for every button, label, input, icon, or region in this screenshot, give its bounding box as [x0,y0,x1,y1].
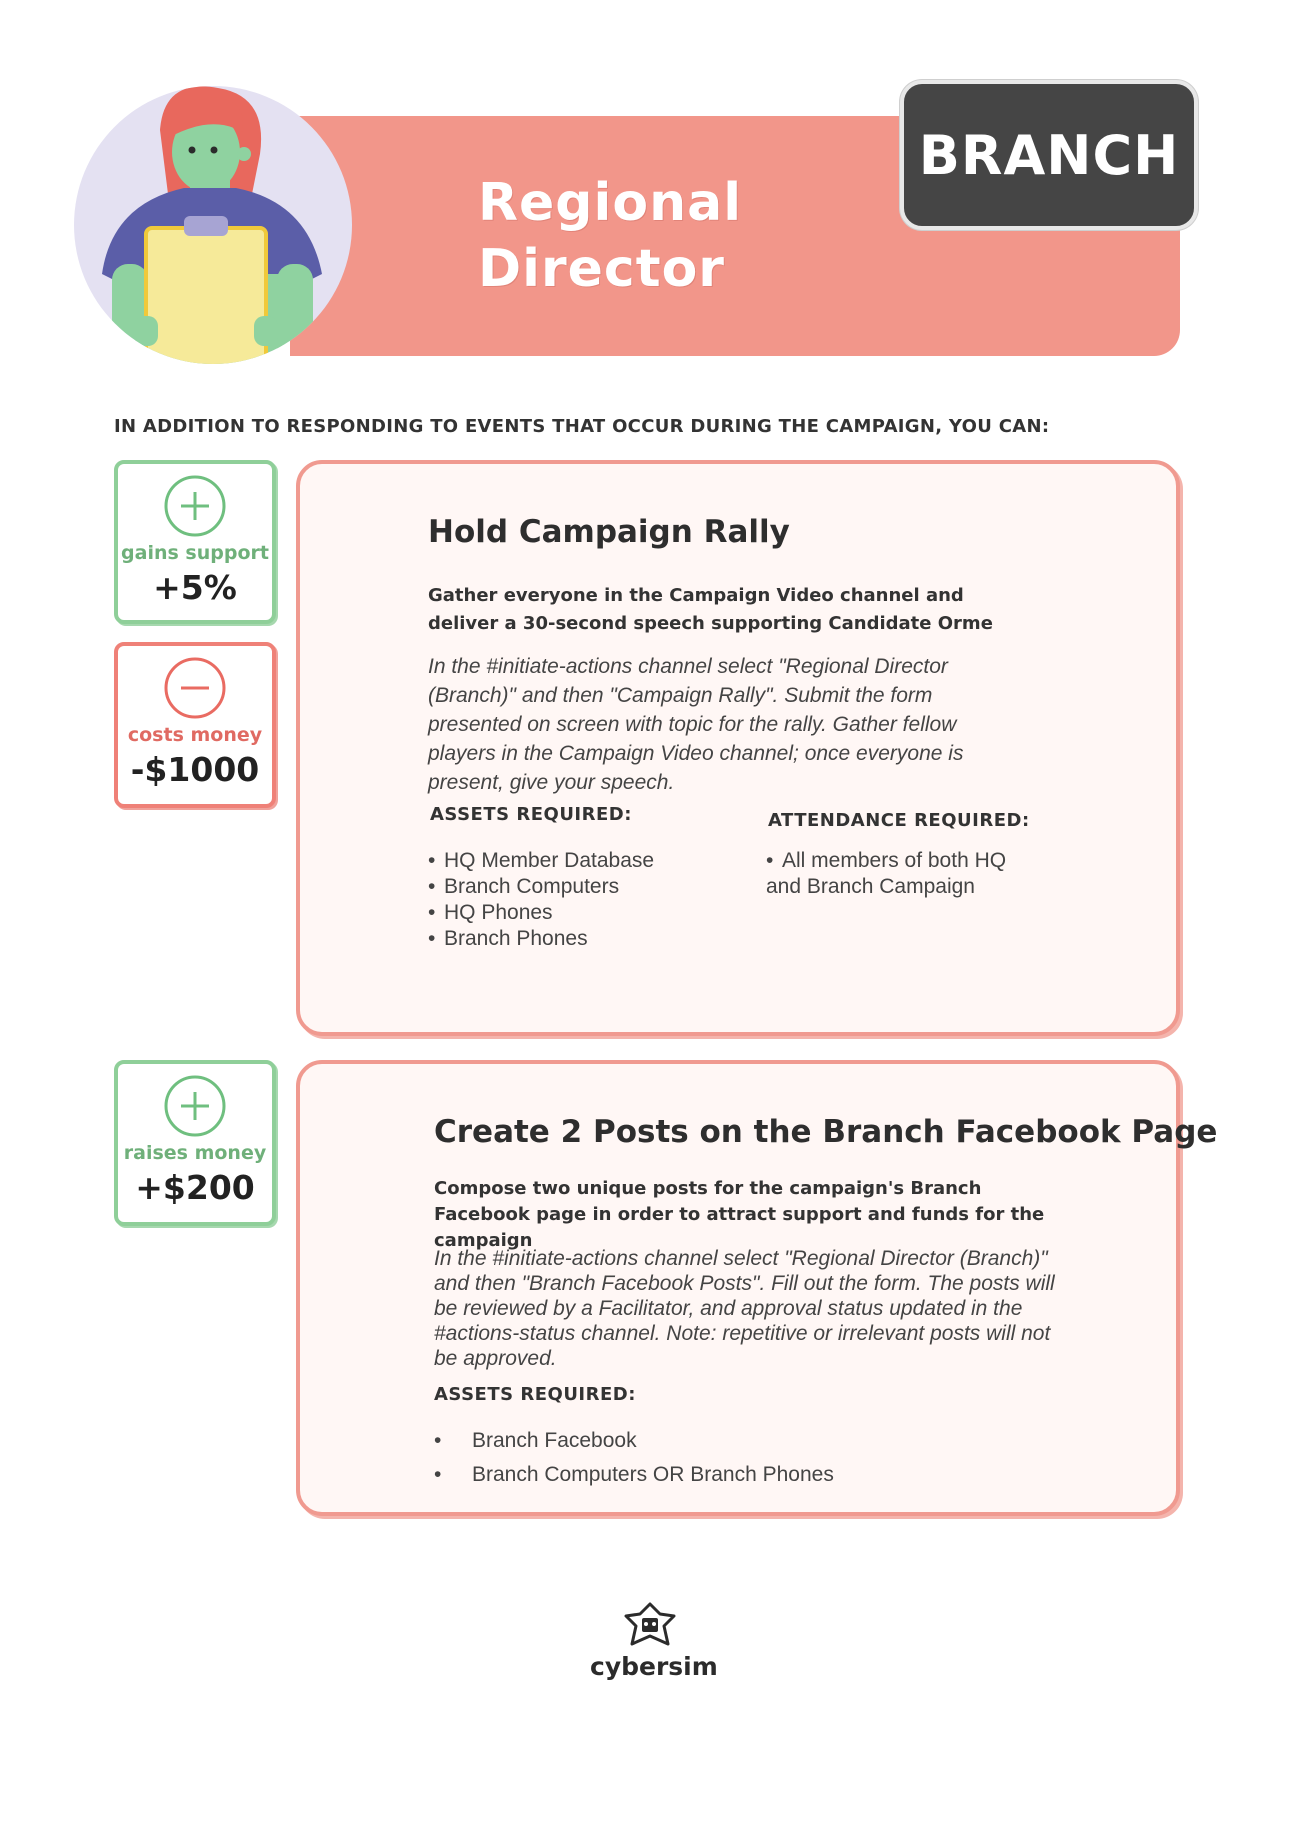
assets-heading: ASSETS REQUIRED: [434,1384,636,1405]
action-summary: Gather everyone in the Campaign Video ch… [428,585,993,634]
effect-costs-money: costs money -$1000 [114,642,276,808]
effect-label: raises money [123,1142,267,1164]
effect-value: +5% [153,568,237,607]
minus-circle-icon [164,657,226,719]
assets-list: • Branch Facebook • Branch Computers OR Br… [434,1424,834,1492]
list-item: • Branch Phones [428,927,588,950]
cybersim-logo-icon [624,1602,676,1646]
effect-value: +$200 [135,1168,255,1207]
plus-circle-icon [164,475,226,537]
plus-circle-icon [164,1075,226,1137]
effect-label: gains support [121,542,269,564]
list-item: • HQ Member Database [428,849,655,872]
assets-list: • HQ Member Database • Branch Computers • H… [428,848,654,952]
regional-director-avatar [74,86,352,364]
effect-label: costs money [127,724,263,746]
list-item: • Branch Computers OR Branch Phones [434,1463,834,1486]
list-item: • HQ Phones [428,901,553,924]
attendance-heading: ATTENDANCE REQUIRED: [768,810,1030,831]
cybersim-logo-text: cybersim [590,1652,718,1681]
action-summary: Compose two unique posts for the campaig… [434,1178,1045,1251]
action-instructions: In the #initiate-actions channel select … [434,1247,1055,1370]
effect-value: -$1000 [130,750,260,789]
assets-heading: ASSETS REQUIRED: [430,804,632,825]
list-item: • Branch Computers [428,875,620,898]
page-title: Regional Director [478,170,742,302]
action-title: Create 2 Posts on the Branch Facebook Pa… [434,1114,1218,1150]
effect-raises-money: raises money +$200 [114,1060,276,1226]
action-title: Hold Campaign Rally [428,514,790,550]
list-item: • All members of both HQ [766,849,1007,872]
action-instructions: In the #initiate-actions channel select … [428,655,964,794]
attendance-list: • All members of both HQ and Branch Campa… [766,848,1006,900]
effect-gains-support: gains support +5% [114,460,276,624]
title-line-1: Regional [478,173,743,233]
list-item: and Branch Campaign [766,875,975,898]
action-panel-campaign-rally: Hold Campaign Rally Gather everyone in t… [296,460,1180,1036]
branch-badge: BRANCH [900,80,1198,230]
action-panel-facebook-posts: Create 2 Posts on the Branch Facebook Pa… [296,1060,1217,1516]
intro-text: IN ADDITION TO RESPONDING TO EVENTS THAT… [114,416,1050,437]
list-item: • Branch Facebook [434,1429,637,1452]
title-line-2: Director [478,239,725,299]
